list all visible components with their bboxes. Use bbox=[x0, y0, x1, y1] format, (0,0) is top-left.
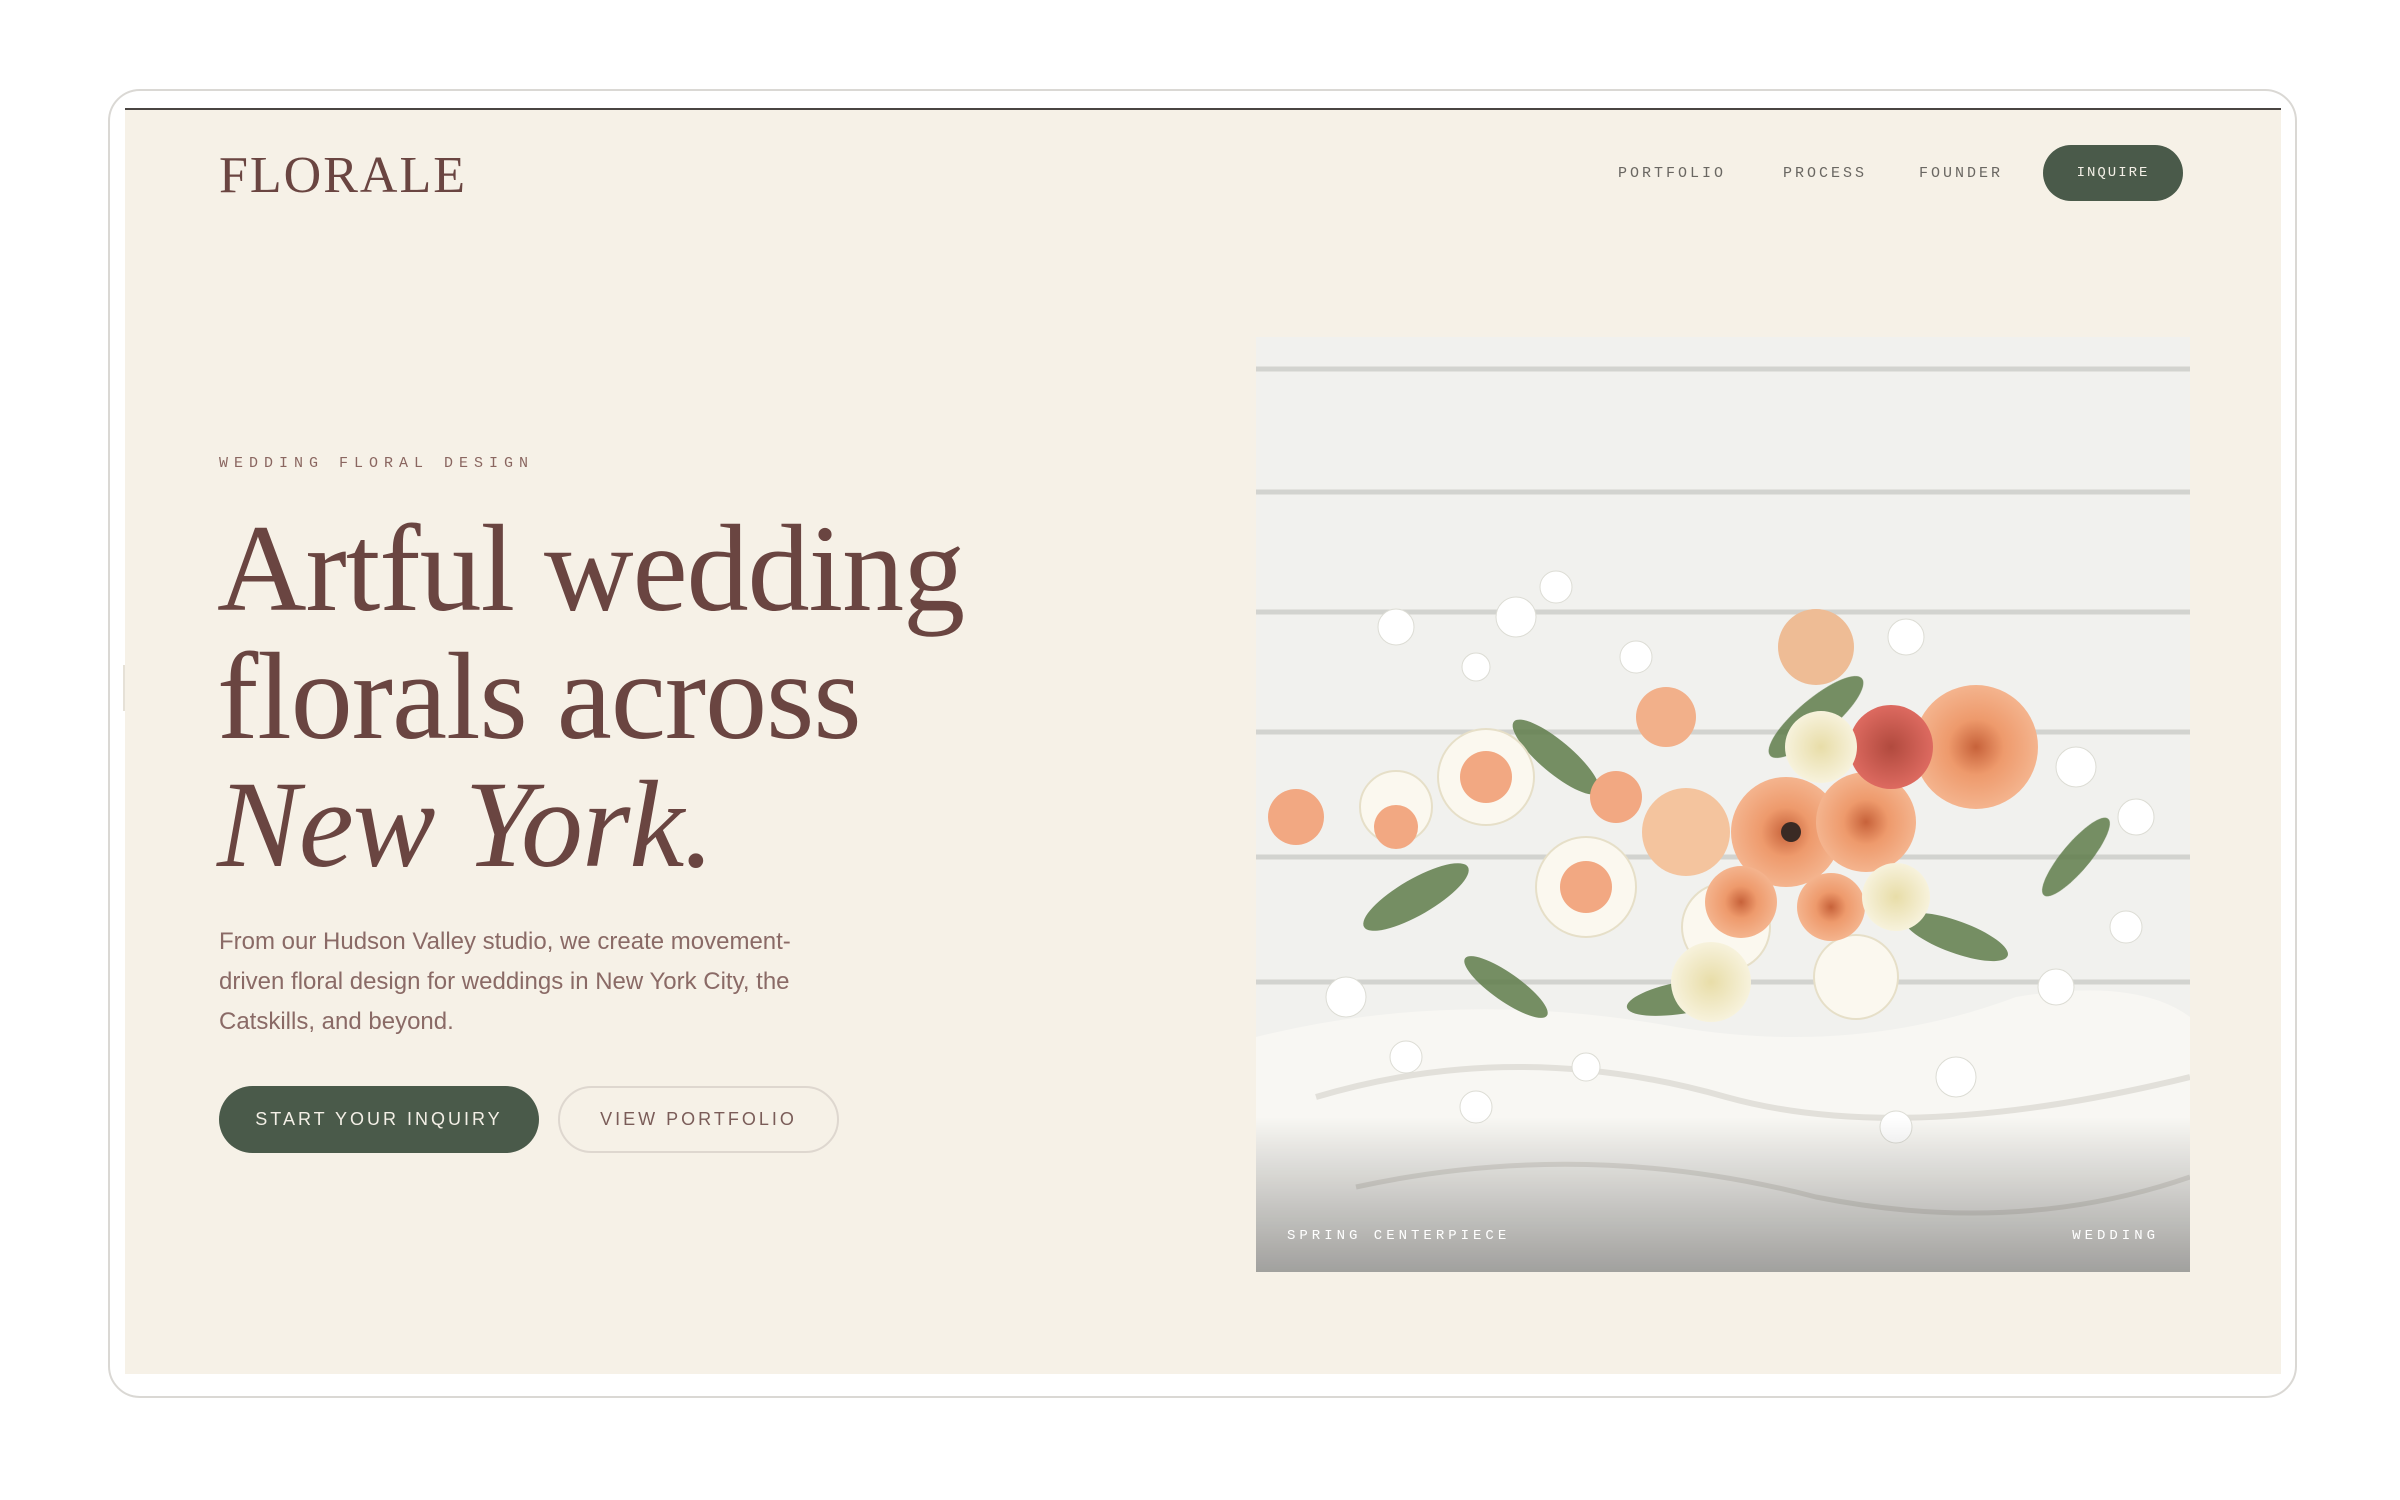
hero-headline: Artful wedding florals across New York. bbox=[217, 505, 1197, 889]
photo-caption-right: WEDDING bbox=[2072, 1228, 2159, 1244]
website-viewport: FLORALE PORTFOLIO PROCESS FOUNDER INQUIR… bbox=[125, 108, 2281, 1374]
photo-caption-left: SPRING CENTERPIECE bbox=[1287, 1228, 1511, 1244]
hero-photo: SPRING CENTERPIECE WEDDING bbox=[1256, 337, 2190, 1272]
nav-founder[interactable]: FOUNDER bbox=[1919, 165, 2003, 182]
view-portfolio-button[interactable]: VIEW PORTFOLIO bbox=[558, 1086, 839, 1153]
brand-logo[interactable]: FLORALE bbox=[219, 146, 467, 205]
nav-portfolio[interactable]: PORTFOLIO bbox=[1618, 165, 1726, 182]
hero-eyebrow: WEDDING FLORAL DESIGN bbox=[219, 455, 535, 472]
headline-line-1: Artful wedding bbox=[217, 500, 965, 637]
start-inquiry-button[interactable]: START YOUR INQUIRY bbox=[219, 1086, 539, 1153]
hero-lede: From our Hudson Valley studio, we create… bbox=[219, 928, 791, 1035]
floral-arrangement-illustration bbox=[1256, 337, 2190, 1272]
inquire-button[interactable]: INQUIRE bbox=[2043, 145, 2183, 201]
headline-line-2: florals across bbox=[217, 628, 862, 765]
headline-line-3: New York. bbox=[217, 756, 714, 893]
nav-process[interactable]: PROCESS bbox=[1783, 165, 1867, 182]
